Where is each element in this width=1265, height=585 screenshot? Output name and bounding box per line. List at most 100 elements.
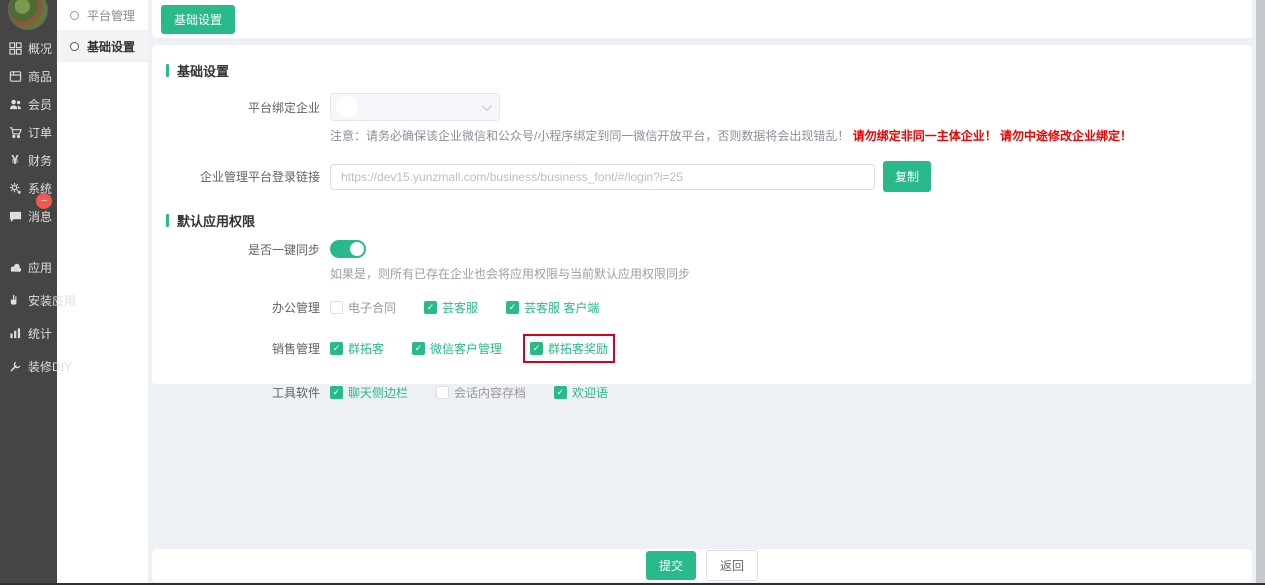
section-title-text: 基础设置 [177,64,230,79]
notice-red-text: 请勿绑定非同一主体企业！ 请勿中途修改企业绑定！ [852,129,1133,143]
sidebar-item-label: 财务 [28,153,53,168]
checkbox-label: 芸客服 客户端 [524,301,600,315]
sidebar-item-label: 消息 [28,209,53,224]
checkbox-label: 群拓客奖励 [548,342,609,356]
dashboard-icon [8,41,22,55]
settings-card: 基础设置 平台绑定企业 注意：请务必确保该企业微信和公众号/小程序绑定到同一微信… [152,45,1252,400]
checkbox-checked-icon [330,342,343,355]
finance-yen-icon: ¥ [11,152,19,167]
sidebar-item-label: 统计 [28,327,53,341]
checkbox-checked-icon [554,386,568,399]
sidebar-item-label: 商品 [28,69,53,84]
submenu-item-label: 基础设置 [87,39,136,54]
checkbox-electronic-contract[interactable]: 电子合同 [330,299,396,316]
chevron-down-icon [481,101,492,112]
checkbox-checked-icon [330,386,343,399]
sync-helper-text: 如果是，则所有已存在企业也会将应用权限与当前默认应用权限同步 [330,267,691,281]
checkbox-label: 欢迎语 [572,386,609,400]
sidebar-item-finance[interactable]: ¥ 财务 [0,146,57,174]
checkbox-yun-service-client[interactable]: 芸客服 客户端 [506,299,599,316]
submenu-item-label: 平台管理 [87,8,136,23]
sidebar-item-statistics[interactable]: 统计 [0,317,57,350]
submenu-item-basic-settings[interactable]: 基础设置 [57,31,148,62]
checkbox-checked-icon [530,342,544,355]
top-tab-bar: 基础设置 [152,0,1252,38]
submenu-item-platform-management[interactable]: 平台管理 [57,0,148,31]
bind-notice: 注意：请务必确保该企业微信和公众号/小程序绑定到同一微信开放平台，否则数据将会出… [330,127,1252,144]
sidebar-item-orders[interactable]: 订单 [0,118,57,146]
office-group-row: 办公管理 电子合同 芸客服 芸客服 客户端 [152,299,1252,316]
bind-company-row: 平台绑定企业 [152,93,1252,121]
avatar[interactable] [8,0,48,30]
checkbox-chat-sidebar[interactable]: 聊天侧边栏 [330,384,408,401]
notice-gray-text: 注意：请务必确保该企业微信和公众号/小程序绑定到同一微信开放平台，否则数据将会出… [330,129,850,143]
company-select[interactable] [330,93,500,121]
sidebar-item-apps[interactable]: 应用 [0,251,57,284]
sales-group-row: 销售管理 群拓客 微信客户管理 群拓客奖励 [152,334,1252,363]
sidebar-item-label: 装修DIY [28,360,73,374]
goods-icon [8,69,22,83]
apps-icon [8,261,22,275]
radio-circle-icon [70,10,79,20]
checkbox-label: 电子合同 [348,301,397,315]
diy-wrench-icon [8,360,22,374]
sidebar-item-members[interactable]: 会员 [0,90,57,118]
office-group-label: 办公管理 [271,301,320,315]
login-link-label: 企业管理平台登录链接 [199,170,320,184]
basic-settings-tab-button[interactable]: 基础设置 [161,4,236,34]
orders-cart-icon [8,125,22,139]
login-link-row: 企业管理平台登录链接 复制 [152,161,1252,192]
checkbox-label: 聊天侧边栏 [348,386,409,400]
tools-group-label: 工具软件 [271,386,320,400]
checkbox-checked-icon [506,301,520,314]
checkbox-checked-icon [412,342,426,355]
section-title-text: 默认应用权限 [177,214,256,229]
stats-chart-icon [8,327,22,341]
sidebar-item-label: 应用 [28,261,53,275]
sidebar-item-install-apps[interactable]: 安装应用 [0,284,76,317]
company-logo-placeholder [336,96,358,118]
checkbox-group-tuoke-reward[interactable]: 群拓客奖励 [523,334,616,363]
checkbox-label: 群拓客 [348,342,385,356]
copy-button[interactable]: 复制 [883,161,932,192]
login-link-input[interactable] [330,163,875,190]
sidebar-item-decorate-diy[interactable]: 装修DIY [0,350,72,383]
checkbox-icon [436,386,450,399]
checkbox-label: 微信客户管理 [430,342,503,356]
sidebar-item-messages[interactable]: 消息 – [0,193,57,230]
section-title-basic: 基础设置 [166,61,1252,80]
sync-row: 是否一键同步 [152,240,1252,258]
members-icon [8,97,22,111]
checkbox-label: 芸客服 [442,301,479,315]
checkbox-label: 会话内容存档 [454,386,527,400]
install-app-icon [8,294,22,308]
sales-group-label: 销售管理 [271,342,320,356]
footer-action-bar: 提交 返回 [152,549,1252,582]
sidebar-item-label: 订单 [28,125,53,140]
sidebar-item-overview[interactable]: 概况 [0,34,57,62]
sidebar-item-label: 安装应用 [28,294,77,308]
sync-label: 是否一键同步 [247,242,320,257]
sidebar-item-label: 会员 [28,97,53,112]
section-title-permissions: 默认应用权限 [166,211,1252,230]
checkbox-yun-service[interactable]: 芸客服 [424,299,478,316]
submit-button[interactable]: 提交 [645,551,696,580]
checkbox-welcome-message[interactable]: 欢迎语 [554,384,608,401]
main-sidebar: 概况 商品 会员 订单 ¥ 财务 系统 消息 – 应用 安装应用 统计 装修DI… [0,0,76,583]
radio-circle-icon [70,41,79,51]
system-gear-icon [8,181,22,195]
checkbox-icon [330,301,343,314]
checkbox-group-tuoke[interactable]: 群拓客 [330,340,384,357]
vertical-scrollbar[interactable] [1256,0,1265,585]
tools-group-row: 工具软件 聊天侧边栏 会话内容存档 欢迎语 [152,384,1252,401]
back-button[interactable]: 返回 [706,550,759,581]
sidebar-item-label: 概况 [28,41,53,56]
checkbox-wechat-customer-management[interactable]: 微信客户管理 [412,340,502,357]
section-accent-bar [166,64,169,77]
message-count-badge: – [36,193,52,209]
bind-company-label: 平台绑定企业 [247,100,320,115]
message-bubble-icon [8,209,22,223]
sidebar-item-goods[interactable]: 商品 [0,62,57,90]
checkbox-session-archive[interactable]: 会话内容存档 [436,384,526,401]
sync-toggle[interactable] [330,240,366,258]
